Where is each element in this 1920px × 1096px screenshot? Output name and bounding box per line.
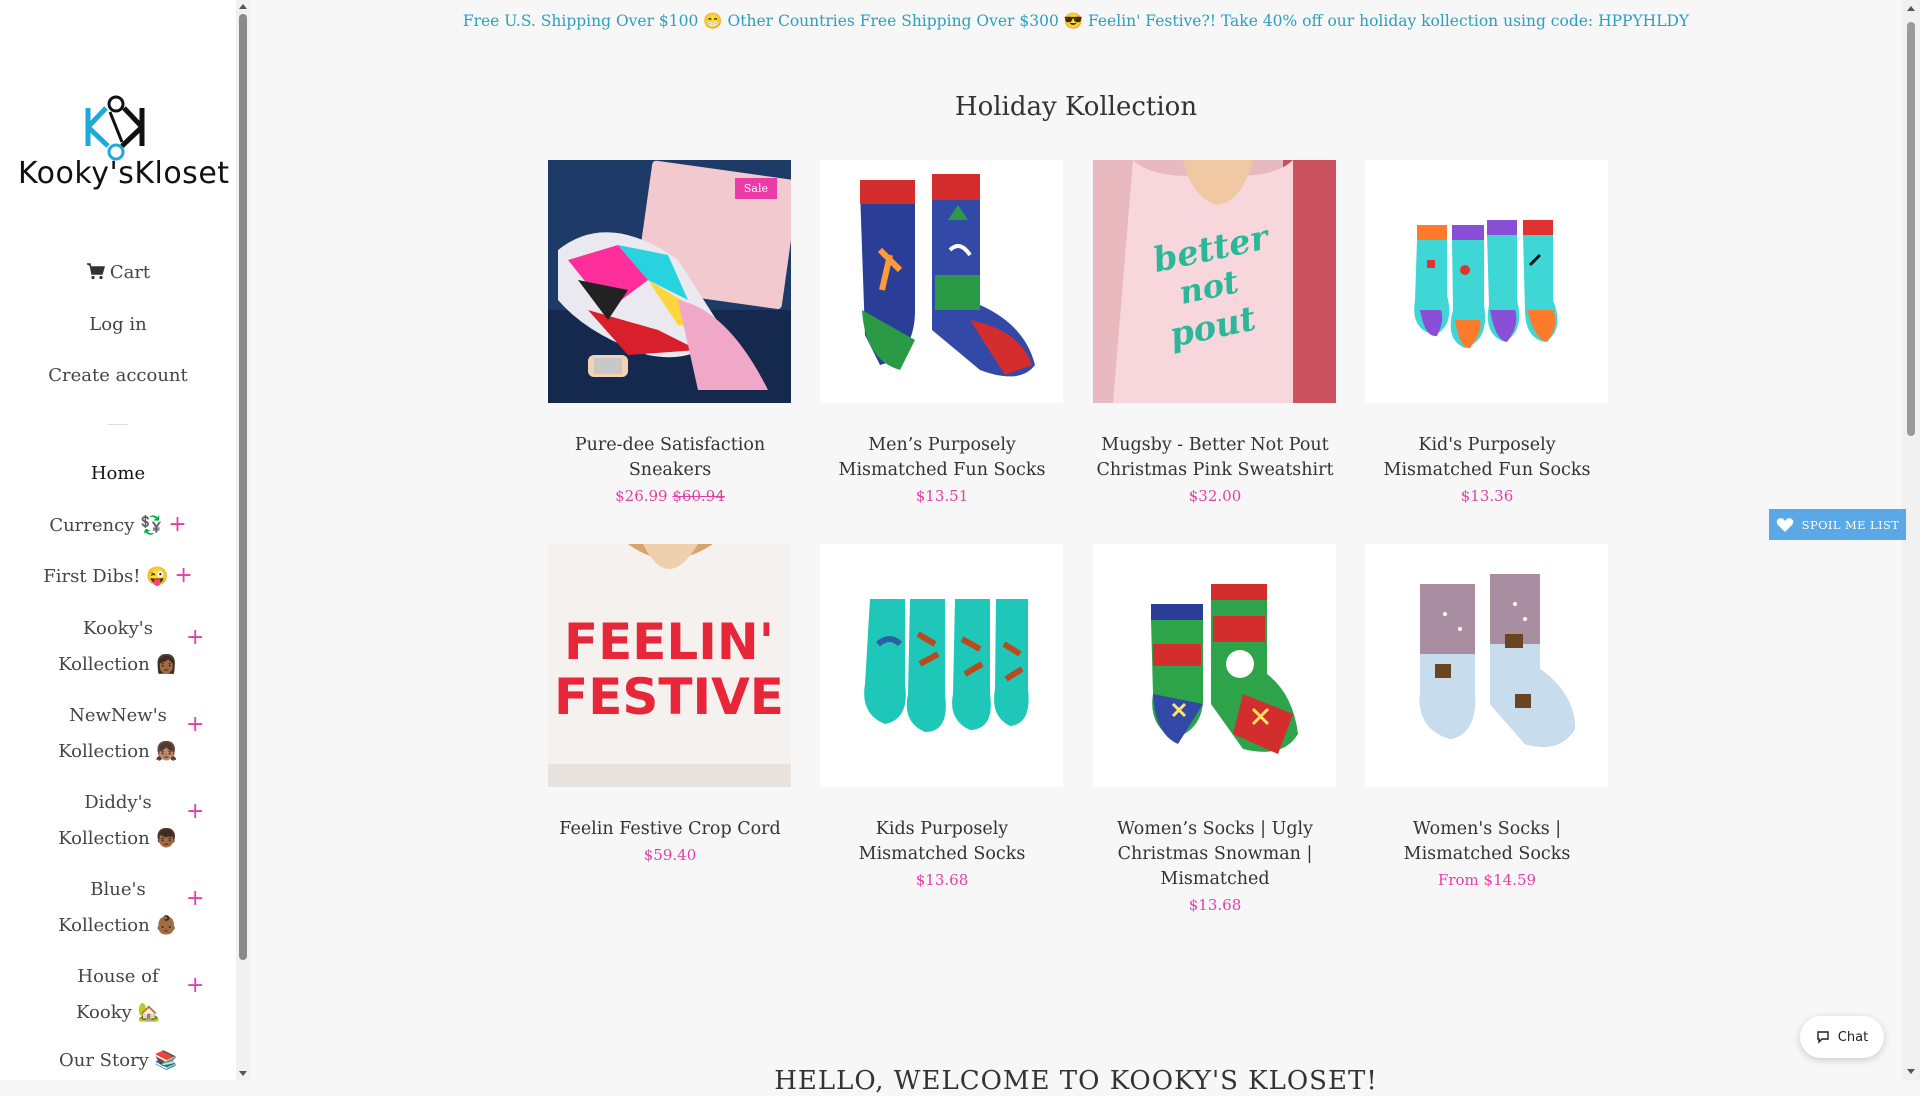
sidebar-item-home[interactable]: Home xyxy=(0,456,236,492)
chat-bubble-icon xyxy=(1817,1031,1829,1044)
announcement-banner[interactable]: Free U.S. Shipping Over $100 😁 Other Cou… xyxy=(250,12,1902,30)
heart-icon xyxy=(1776,517,1793,532)
page-scroll-thumb[interactable] xyxy=(1907,22,1915,436)
product-card[interactable]: FEELIN' FESTIVE Feelin Festive Crop Cord… xyxy=(548,544,792,864)
sidebar-item-newnews-kollection-line2[interactable]: Kollection 👧🏽 xyxy=(0,734,236,770)
product-price: $32.00 xyxy=(1188,487,1242,505)
sidebar-divider xyxy=(108,424,128,425)
scroll-up-arrow-icon[interactable] xyxy=(239,4,247,9)
product-card[interactable]: Kid's Purposely Mismatched Fun Socks $13… xyxy=(1365,160,1609,505)
product-card[interactable]: Women's Socks | Mismatched Socks From $1… xyxy=(1365,544,1609,889)
product-card[interactable]: Sale Pure-dee Satisfaction Sneakers $26.… xyxy=(548,160,792,505)
sidebar-scrollbar[interactable] xyxy=(236,0,250,1080)
spoil-me-list-button[interactable]: SPOIL ME LIST xyxy=(1769,509,1906,540)
expand-plus-icon[interactable]: + xyxy=(186,973,204,998)
cart-label: Cart xyxy=(109,262,151,283)
sidebar-item-kookys-kollection-line2[interactable]: Kollection 👩🏾 xyxy=(0,647,236,683)
product-card[interactable]: better not pout Mugsby - Better Not Pout… xyxy=(1093,160,1337,505)
product-image[interactable]: FEELIN' FESTIVE xyxy=(548,544,791,787)
logo-mark-icon xyxy=(85,95,145,161)
scroll-down-arrow-icon[interactable] xyxy=(239,1071,247,1076)
product-title[interactable]: Pure-dee Satisfaction Sneakers xyxy=(548,433,792,483)
product-card[interactable]: Men’s Purposely Mismatched Fun Socks $13… xyxy=(820,160,1064,505)
product-title[interactable]: Men’s Purposely Mismatched Fun Socks xyxy=(820,433,1064,483)
sidebar-item-diddys-kollection-line2[interactable]: Kollection 👦🏾 xyxy=(0,821,236,857)
product-title[interactable]: Women’s Socks | Ugly Christmas Snowman |… xyxy=(1093,817,1337,892)
page-scrollbar[interactable] xyxy=(1902,0,1920,1080)
compare-price: $60.94 xyxy=(672,487,725,505)
product-card[interactable]: Kids Purposely Mismatched Socks $13.68 xyxy=(820,544,1064,889)
expand-plus-icon[interactable]: + xyxy=(174,563,192,588)
scroll-up-arrow-icon[interactable] xyxy=(1907,6,1915,11)
expand-plus-icon[interactable]: + xyxy=(168,512,186,537)
product-price: $26.99 $60.94 xyxy=(548,487,792,505)
chat-button[interactable]: Chat xyxy=(1800,1016,1884,1058)
product-price: $59.40 xyxy=(643,846,697,864)
product-price: $13.36 xyxy=(1460,487,1514,505)
product-image[interactable]: Sale xyxy=(548,160,791,403)
expand-plus-icon[interactable]: + xyxy=(186,712,204,737)
expand-plus-icon[interactable]: + xyxy=(186,625,204,650)
sidebar-item-label: First Dibs! 😜 xyxy=(43,566,169,587)
sidebar-item-house-of-kooky-line2[interactable]: Kooky 🏡 xyxy=(0,995,236,1031)
section-title: Holiday Kollection xyxy=(954,92,1198,122)
crop-text-line1: FEELIN' xyxy=(564,613,774,671)
product-price: $13.68 xyxy=(1188,896,1242,914)
logo[interactable]: Kooky'sKloset xyxy=(18,94,230,198)
cart-link[interactable]: Cart xyxy=(0,255,236,291)
welcome-heading: HELLO, WELCOME TO KOOKY'S KLOSET! xyxy=(774,1066,1378,1096)
product-title[interactable]: Feelin Festive Crop Cord xyxy=(548,817,792,842)
product-image[interactable] xyxy=(820,544,1063,787)
product-image[interactable] xyxy=(1093,544,1336,787)
login-link[interactable]: Log in xyxy=(0,307,236,343)
cart-icon xyxy=(86,263,105,280)
sidebar: Kooky'sKloset Cart Log in Create account… xyxy=(0,0,236,1080)
product-title[interactable]: Mugsby - Better Not Pout Christmas Pink … xyxy=(1093,433,1337,483)
expand-plus-icon[interactable]: + xyxy=(186,799,204,824)
sale-badge: Sale xyxy=(734,178,777,199)
expand-plus-icon[interactable]: + xyxy=(186,886,204,911)
product-price: $13.51 xyxy=(915,487,969,505)
sidebar-item-first-dibs[interactable]: First Dibs! 😜 + xyxy=(0,558,236,595)
spoil-me-list-label: SPOIL ME LIST xyxy=(1801,517,1900,532)
product-title[interactable]: Kids Purposely Mismatched Socks xyxy=(820,817,1064,867)
product-image[interactable] xyxy=(1365,160,1608,403)
product-title[interactable]: Women's Socks | Mismatched Socks xyxy=(1365,817,1609,867)
sidebar-item-our-story[interactable]: Our Story 📚 xyxy=(0,1043,236,1079)
product-image[interactable]: better not pout xyxy=(1093,160,1336,403)
product-card[interactable]: Women’s Socks | Ugly Christmas Snowman |… xyxy=(1093,544,1337,914)
product-price: From $14.59 xyxy=(1437,871,1537,889)
sidebar-scroll-thumb[interactable] xyxy=(239,14,247,960)
product-title[interactable]: Kid's Purposely Mismatched Fun Socks xyxy=(1365,433,1609,483)
crop-text-line2: FESTIVE xyxy=(554,668,784,726)
sale-price: $26.99 xyxy=(615,487,668,505)
sidebar-item-blues-kollection-line2[interactable]: Kollection 👶🏾 xyxy=(0,908,236,944)
product-image[interactable] xyxy=(1365,544,1608,787)
create-account-link[interactable]: Create account xyxy=(0,358,236,394)
product-price: $13.68 xyxy=(915,871,969,889)
product-image[interactable] xyxy=(820,160,1063,403)
scroll-down-arrow-icon[interactable] xyxy=(1907,1069,1915,1074)
sidebar-item-currency[interactable]: Currency 💱 + xyxy=(0,507,236,544)
main-content: Free U.S. Shipping Over $100 😁 Other Cou… xyxy=(250,0,1902,1096)
sidebar-item-label: Currency 💱 xyxy=(49,515,163,536)
chat-label: Chat xyxy=(1837,1029,1869,1045)
logo-text: Kooky'sKloset xyxy=(18,156,230,191)
